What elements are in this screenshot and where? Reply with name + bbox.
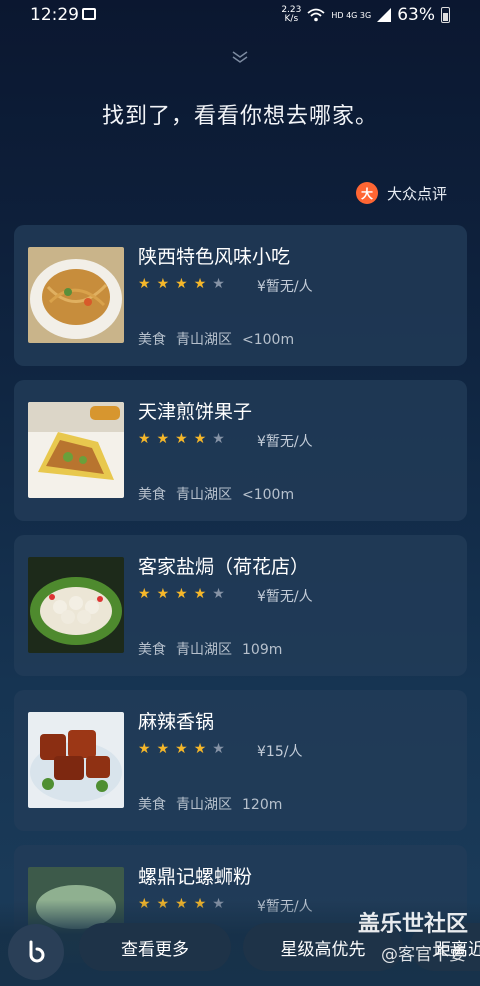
gallery-notification-icon [82, 8, 96, 20]
category: 美食 [138, 642, 166, 658]
category: 美食 [138, 332, 166, 348]
star-icon: ★ [193, 276, 207, 292]
food-thumbnail [28, 247, 124, 343]
distance: <100m [242, 487, 295, 503]
restaurant-meta: 美食 青山湖区 <100m [138, 484, 304, 504]
restaurant-meta: 美食 青山湖区 120m [138, 794, 292, 814]
restaurant-meta: 美食 青山湖区 <100m [138, 329, 304, 349]
rating-stars: ★ ★ ★ ★ ★ [138, 431, 225, 447]
restaurant-name: 陕西特色风味小吃 [138, 246, 291, 268]
star-icon: ★ [212, 431, 225, 447]
view-more-button[interactable]: 查看更多 [79, 923, 231, 971]
distance: <100m [242, 332, 295, 348]
rating-stars: ★ ★ ★ ★ ★ [138, 586, 225, 602]
wifi-icon [307, 8, 325, 22]
bixby-button[interactable] [8, 924, 64, 980]
assistant-response: 找到了，看看你想去哪家。 [101, 104, 378, 129]
status-time: 12:29 [30, 5, 79, 25]
restaurant-name: 客家盐焗（荷花店） [138, 556, 310, 578]
star-icon: ★ [175, 586, 188, 602]
network-type: HD 4G 3G [331, 10, 372, 20]
food-thumbnail [28, 712, 124, 808]
rating-stars: ★ ★ ★ ★ ★ [138, 741, 225, 757]
restaurant-name: 麻辣香锅 [138, 711, 215, 733]
food-thumbnail [28, 557, 124, 653]
distance: 109m [242, 642, 283, 658]
restaurant-name: 螺鼎记螺蛳粉 [138, 866, 253, 888]
star-icon: ★ [156, 431, 170, 447]
price-per-person: ¥暂无/人 [257, 589, 313, 605]
distance: 120m [242, 797, 283, 813]
star-icon: ★ [212, 741, 225, 757]
category: 美食 [138, 487, 166, 503]
star-icon: ★ [138, 276, 151, 292]
star-icon: ★ [193, 586, 207, 602]
dianping-logo-icon: 大 [355, 182, 378, 204]
collapse-chevron-icon[interactable] [230, 50, 250, 64]
restaurant-name: 天津煎饼果子 [138, 401, 253, 423]
star-icon: ★ [193, 431, 207, 447]
source-attribution: 大 大众点评 [355, 182, 447, 204]
bixby-icon [29, 940, 45, 963]
status-bar: 12:29 2.23 K/s HD 4G 3G 63% [0, 0, 480, 30]
district: 青山湖区 [176, 332, 232, 348]
battery-percent: 63% [397, 5, 435, 25]
star-icon: ★ [156, 276, 170, 292]
star-icon: ★ [138, 431, 151, 447]
restaurant-card[interactable]: 麻辣香锅 ★ ★ ★ ★ ★ ¥15/人 美食 青山湖区 120m [14, 690, 467, 831]
restaurant-card[interactable]: 天津煎饼果子 ★ ★ ★ ★ ★ ¥暂无/人 美食 青山湖区 <100m [14, 380, 467, 521]
signal-icon [377, 8, 392, 22]
rating-stars: ★ ★ ★ ★ ★ [138, 276, 225, 292]
star-icon: ★ [193, 741, 207, 757]
status-right: 2.23 K/s HD 4G 3G 63% [281, 4, 450, 26]
district: 青山湖区 [176, 642, 232, 658]
star-icon: ★ [138, 741, 151, 757]
star-icon: ★ [156, 741, 170, 757]
price-per-person: ¥暂无/人 [257, 279, 313, 295]
restaurant-meta: 美食 青山湖区 109m [138, 639, 292, 659]
watermark-title: 盖乐世社区 [357, 912, 468, 937]
restaurant-card[interactable]: 陕西特色风味小吃 ★ ★ ★ ★ ★ ¥暂无/人 美食 青山湖区 <100m [14, 225, 467, 366]
district: 青山湖区 [176, 487, 232, 503]
network-speed: 2.23 K/s [281, 5, 302, 24]
star-icon: ★ [156, 586, 170, 602]
watermark-author: @客官不要 [381, 945, 466, 965]
star-icon: ★ [175, 431, 188, 447]
price-per-person: ¥暂无/人 [257, 434, 313, 450]
star-icon: ★ [138, 586, 151, 602]
star-icon: ★ [212, 586, 225, 602]
food-thumbnail [28, 402, 124, 498]
star-icon: ★ [212, 276, 225, 292]
restaurant-card[interactable]: 客家盐焗（荷花店） ★ ★ ★ ★ ★ ¥暂无/人 美食 青山湖区 109m [14, 535, 467, 676]
source-label: 大众点评 [386, 184, 447, 203]
district: 青山湖区 [176, 797, 232, 813]
star-icon: ★ [175, 276, 188, 292]
category: 美食 [138, 797, 166, 813]
battery-icon [441, 7, 450, 23]
price-per-person: ¥15/人 [257, 744, 303, 760]
star-icon: ★ [175, 741, 188, 757]
